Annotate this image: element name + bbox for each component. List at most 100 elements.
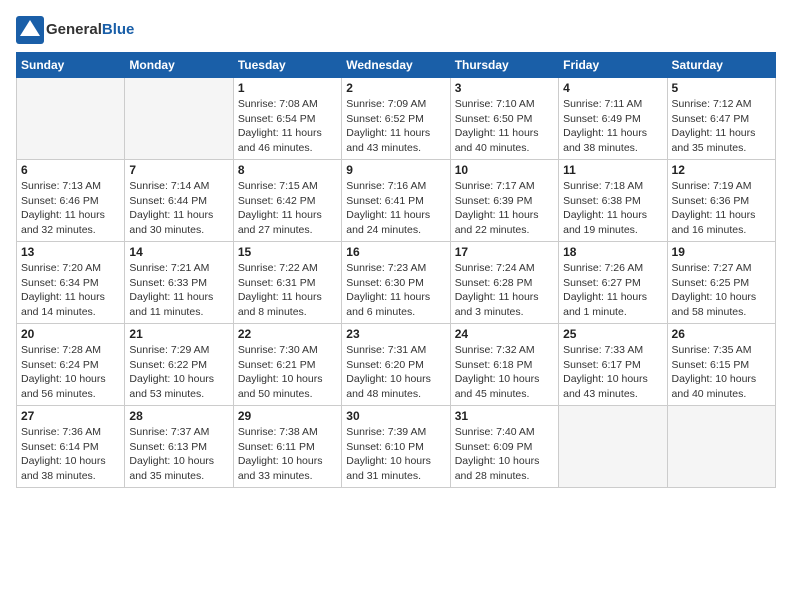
day-number: 18: [563, 245, 662, 259]
day-number: 13: [21, 245, 120, 259]
calendar-cell: 10 Sunrise: 7:17 AMSunset: 6:39 PMDayligh…: [450, 160, 558, 242]
day-info: Sunrise: 7:33 AMSunset: 6:17 PMDaylight:…: [563, 343, 662, 402]
weekday-header: Saturday: [667, 53, 775, 78]
calendar-cell: 23Sunrise: 7:31 AMSunset: 6:20 PMDayligh…: [342, 324, 450, 406]
day-number: 3: [455, 81, 554, 95]
weekday-header: Monday: [125, 53, 233, 78]
calendar-cell: 17 Sunrise: 7:24 AMSunset: 6:28 PMDayligh…: [450, 242, 558, 324]
calendar-cell: 11 Sunrise: 7:18 AMSunset: 6:38 PMDayligh…: [559, 160, 667, 242]
calendar-cell: 2 Sunrise: 7:09 AMSunset: 6:52 PMDaylight…: [342, 78, 450, 160]
day-info: Sunrise: 7:10 AMSunset: 6:50 PMDaylight:…: [455, 97, 554, 156]
calendar-cell: 26 Sunrise: 7:35 AMSunset: 6:15 PMDayligh…: [667, 324, 775, 406]
calendar-cell: 22Sunrise: 7:30 AMSunset: 6:21 PMDayligh…: [233, 324, 341, 406]
day-info: Sunrise: 7:16 AMSunset: 6:41 PMDaylight:…: [346, 179, 445, 238]
weekday-header: Tuesday: [233, 53, 341, 78]
day-number: 8: [238, 163, 337, 177]
day-number: 30: [346, 409, 445, 423]
day-info: Sunrise: 7:11 AMSunset: 6:49 PMDaylight:…: [563, 97, 662, 156]
logo: GeneralBlue: [16, 16, 134, 44]
day-info: Sunrise: 7:30 AMSunset: 6:21 PMDaylight:…: [238, 343, 337, 402]
day-info: Sunrise: 7:15 AMSunset: 6:42 PMDaylight:…: [238, 179, 337, 238]
day-info: Sunrise: 7:24 AMSunset: 6:28 PMDaylight:…: [455, 261, 554, 320]
day-number: 31: [455, 409, 554, 423]
day-number: 27: [21, 409, 120, 423]
weekday-header: Sunday: [17, 53, 125, 78]
calendar-cell: 16 Sunrise: 7:23 AMSunset: 6:30 PMDayligh…: [342, 242, 450, 324]
weekday-header: Thursday: [450, 53, 558, 78]
day-number: 5: [672, 81, 771, 95]
calendar-cell: 1 Sunrise: 7:08 AMSunset: 6:54 PMDaylight…: [233, 78, 341, 160]
page-header: GeneralBlue: [16, 16, 776, 44]
day-number: 28: [129, 409, 228, 423]
calendar-cell: [125, 78, 233, 160]
calendar-cell: 3 Sunrise: 7:10 AMSunset: 6:50 PMDaylight…: [450, 78, 558, 160]
calendar-cell: 31Sunrise: 7:40 AMSunset: 6:09 PMDayligh…: [450, 406, 558, 488]
calendar-cell: 28 Sunrise: 7:37 AMSunset: 6:13 PMDayligh…: [125, 406, 233, 488]
calendar-cell: 20 Sunrise: 7:28 AMSunset: 6:24 PMDayligh…: [17, 324, 125, 406]
day-info: Sunrise: 7:22 AMSunset: 6:31 PMDaylight:…: [238, 261, 337, 320]
calendar-cell: 24 Sunrise: 7:32 AMSunset: 6:18 PMDayligh…: [450, 324, 558, 406]
day-number: 29: [238, 409, 337, 423]
day-info: Sunrise: 7:26 AMSunset: 6:27 PMDaylight:…: [563, 261, 662, 320]
day-number: 12: [672, 163, 771, 177]
calendar-cell: 5 Sunrise: 7:12 AMSunset: 6:47 PMDaylight…: [667, 78, 775, 160]
day-info: Sunrise: 7:14 AMSunset: 6:44 PMDaylight:…: [129, 179, 228, 238]
calendar-cell: [17, 78, 125, 160]
day-number: 10: [455, 163, 554, 177]
calendar-cell: 14 Sunrise: 7:21 AMSunset: 6:33 PMDayligh…: [125, 242, 233, 324]
day-number: 11: [563, 163, 662, 177]
logo-blue: Blue: [102, 21, 135, 38]
day-info: Sunrise: 7:39 AMSunset: 6:10 PMDaylight:…: [346, 425, 445, 484]
day-info: Sunrise: 7:20 AMSunset: 6:34 PMDaylight:…: [21, 261, 120, 320]
day-info: Sunrise: 7:09 AMSunset: 6:52 PMDaylight:…: [346, 97, 445, 156]
day-number: 24: [455, 327, 554, 341]
day-info: Sunrise: 7:38 AMSunset: 6:11 PMDaylight:…: [238, 425, 337, 484]
logo-general: General: [46, 21, 102, 38]
day-info: Sunrise: 7:37 AMSunset: 6:13 PMDaylight:…: [129, 425, 228, 484]
calendar-week-row: 20 Sunrise: 7:28 AMSunset: 6:24 PMDayligh…: [17, 324, 776, 406]
calendar-cell: 25Sunrise: 7:33 AMSunset: 6:17 PMDayligh…: [559, 324, 667, 406]
day-number: 9: [346, 163, 445, 177]
calendar-cell: 18 Sunrise: 7:26 AMSunset: 6:27 PMDayligh…: [559, 242, 667, 324]
day-number: 16: [346, 245, 445, 259]
calendar-cell: 8 Sunrise: 7:15 AMSunset: 6:42 PMDaylight…: [233, 160, 341, 242]
calendar-cell: 29 Sunrise: 7:38 AMSunset: 6:11 PMDayligh…: [233, 406, 341, 488]
weekday-header: Wednesday: [342, 53, 450, 78]
day-info: Sunrise: 7:28 AMSunset: 6:24 PMDaylight:…: [21, 343, 120, 402]
day-number: 23: [346, 327, 445, 341]
calendar-week-row: 6Sunrise: 7:13 AMSunset: 6:46 PMDaylight…: [17, 160, 776, 242]
calendar-cell: 13 Sunrise: 7:20 AMSunset: 6:34 PMDayligh…: [17, 242, 125, 324]
day-info: Sunrise: 7:23 AMSunset: 6:30 PMDaylight:…: [346, 261, 445, 320]
day-number: 19: [672, 245, 771, 259]
day-info: Sunrise: 7:29 AMSunset: 6:22 PMDaylight:…: [129, 343, 228, 402]
calendar-cell: 19 Sunrise: 7:27 AMSunset: 6:25 PMDayligh…: [667, 242, 775, 324]
calendar-cell: 15 Sunrise: 7:22 AMSunset: 6:31 PMDayligh…: [233, 242, 341, 324]
day-info: Sunrise: 7:13 AMSunset: 6:46 PMDaylight:…: [21, 179, 120, 238]
day-info: Sunrise: 7:27 AMSunset: 6:25 PMDaylight:…: [672, 261, 771, 320]
day-info: Sunrise: 7:21 AMSunset: 6:33 PMDaylight:…: [129, 261, 228, 320]
day-number: 20: [21, 327, 120, 341]
day-number: 2: [346, 81, 445, 95]
day-info: Sunrise: 7:08 AMSunset: 6:54 PMDaylight:…: [238, 97, 337, 156]
day-info: Sunrise: 7:12 AMSunset: 6:47 PMDaylight:…: [672, 97, 771, 156]
weekday-header: Friday: [559, 53, 667, 78]
day-info: Sunrise: 7:18 AMSunset: 6:38 PMDaylight:…: [563, 179, 662, 238]
day-number: 21: [129, 327, 228, 341]
day-number: 17: [455, 245, 554, 259]
day-number: 7: [129, 163, 228, 177]
calendar-cell: 6Sunrise: 7:13 AMSunset: 6:46 PMDaylight…: [17, 160, 125, 242]
day-info: Sunrise: 7:32 AMSunset: 6:18 PMDaylight:…: [455, 343, 554, 402]
day-number: 1: [238, 81, 337, 95]
calendar-cell: 9 Sunrise: 7:16 AMSunset: 6:41 PMDaylight…: [342, 160, 450, 242]
day-info: Sunrise: 7:36 AMSunset: 6:14 PMDaylight:…: [21, 425, 120, 484]
calendar-cell: 30 Sunrise: 7:39 AMSunset: 6:10 PMDayligh…: [342, 406, 450, 488]
day-number: 15: [238, 245, 337, 259]
calendar-cell: [667, 406, 775, 488]
day-info: Sunrise: 7:35 AMSunset: 6:15 PMDaylight:…: [672, 343, 771, 402]
day-info: Sunrise: 7:17 AMSunset: 6:39 PMDaylight:…: [455, 179, 554, 238]
calendar-cell: 27 Sunrise: 7:36 AMSunset: 6:14 PMDayligh…: [17, 406, 125, 488]
calendar-week-row: 27 Sunrise: 7:36 AMSunset: 6:14 PMDayligh…: [17, 406, 776, 488]
day-number: 14: [129, 245, 228, 259]
calendar-table: SundayMondayTuesdayWednesdayThursdayFrid…: [16, 52, 776, 488]
day-number: 26: [672, 327, 771, 341]
